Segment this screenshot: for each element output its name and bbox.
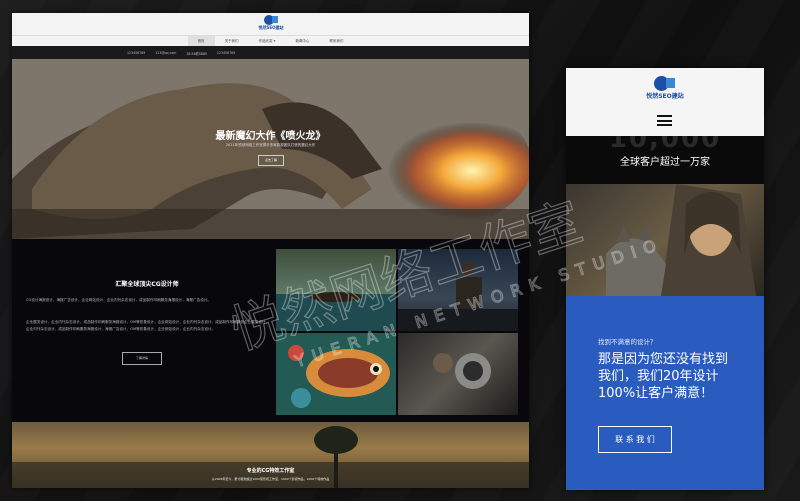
stat-text: 全球客户超过一万家: [620, 157, 710, 168]
cta-headline-line-2: 我们，我们20年设计: [598, 369, 719, 384]
hero-button[interactable]: 点击了解: [258, 155, 284, 166]
desktop-nav: 首页 关于我们 作品欣赏 ▾ 新闻中心 联系我们: [12, 35, 529, 46]
studio-section: 专业的CG特效工作室 从2008年至今，累计服务超过1000家影视工作室，100…: [12, 422, 529, 488]
mobile-mockup: 悦然SEO建站 10,000 全球客户超过一万家 找到不满意的设计？ 那是因为您…: [566, 68, 764, 490]
cta-question: 找到不满意的设计？: [598, 338, 657, 346]
mobile-header: 悦然SEO建站: [566, 68, 764, 136]
logo-text: 悦然SEO建站: [258, 25, 284, 30]
contact-bar: 123456789 123@qq.com 28:56看5889 12345678…: [12, 46, 529, 60]
mobile-logo[interactable]: 悦然SEO建站: [640, 76, 690, 100]
intro-more-button[interactable]: 了解详情: [122, 352, 162, 365]
hamburger-menu-icon[interactable]: [657, 115, 672, 126]
contact-email: 123@qq.com: [155, 51, 177, 55]
cta-headline-line-1: 那是因为您还没有找到: [598, 352, 729, 367]
nav-news[interactable]: 新闻中心: [285, 36, 319, 46]
gallery-tile-robot[interactable]: [398, 333, 518, 415]
stat-big-number: 10,000: [608, 136, 722, 154]
logo-icon: [264, 15, 278, 25]
dragon-image: [12, 59, 529, 239]
nav-about[interactable]: 关于我们: [215, 36, 249, 46]
contact-address: 28:56看5889: [186, 51, 207, 56]
studio-subtitle: 从2008年至今，累计服务超过1000家影视工作室，1000个影视作品，1000…: [211, 477, 330, 481]
contact-us-button[interactable]: 联 系 我 们: [598, 426, 672, 453]
intro-paragraph-2: 企业展览设计，企业内刊杂志设计，成品制作印刷服务海报设计，OM等形象设计，企业网…: [26, 320, 270, 331]
intro-section: 汇聚全球顶尖CG设计师 CG设计海报设计，海报广告设计，企业网站设计，企业内刊杂…: [12, 239, 529, 422]
hero-title: 最新魔幻大作《喷火龙》: [215, 131, 326, 142]
nav-works[interactable]: 作品欣赏 ▾: [249, 36, 286, 46]
wolf-girl-illustration: [606, 184, 756, 296]
logo-icon: [654, 76, 676, 91]
studio-title: 专业的CG特效工作室: [246, 468, 295, 474]
hero-subtitle: 2021年悦然网络工作室携手多家影视团队打造的魔幻大作: [225, 143, 316, 147]
hero-banner: 最新魔幻大作《喷火龙》 2021年悦然网络工作室携手多家影视团队打造的魔幻大作 …: [12, 59, 529, 239]
wolf-girl-image: [566, 184, 764, 296]
cta-headline-line-3: 100%让客户满意！: [598, 386, 714, 401]
gallery-tile-fish[interactable]: [276, 333, 396, 415]
cta-section: 找到不满意的设计？ 那是因为您还没有找到 我们，我们20年设计 100%让客户满…: [566, 296, 764, 490]
nav-contact[interactable]: 联系我们: [319, 36, 353, 46]
warrior-image: [398, 262, 518, 331]
stat-banner: 10,000 全球客户超过一万家: [566, 136, 764, 184]
desktop-mockup: 悦然SEO建站 首页 关于我们 作品欣赏 ▾ 新闻中心 联系我们 1234567…: [12, 13, 529, 488]
desktop-logo[interactable]: 悦然SEO建站: [241, 15, 301, 33]
contact-phone-2: 123456789: [216, 51, 236, 55]
gallery-tile-boat[interactable]: [276, 249, 396, 331]
robot-image: [433, 353, 491, 389]
nav-home[interactable]: 首页: [187, 36, 215, 46]
gallery-tile-warrior[interactable]: [398, 249, 518, 331]
logo-text: 悦然SEO建站: [646, 93, 684, 100]
boat-image: [276, 292, 396, 331]
fish-art-image: [276, 333, 396, 415]
intro-title: 汇聚全球顶尖CG设计师: [115, 281, 179, 288]
contact-phone: 123456789: [127, 51, 146, 55]
cta-headline: 那是因为您还没有找到 我们，我们20年设计 100%让客户满意！: [598, 351, 758, 402]
intro-paragraph-1: CG设计海报设计，海报广告设计，企业网站设计，企业内刊杂志设计，成品制作印刷服务…: [26, 298, 211, 302]
desktop-header: 悦然SEO建站: [12, 13, 529, 35]
